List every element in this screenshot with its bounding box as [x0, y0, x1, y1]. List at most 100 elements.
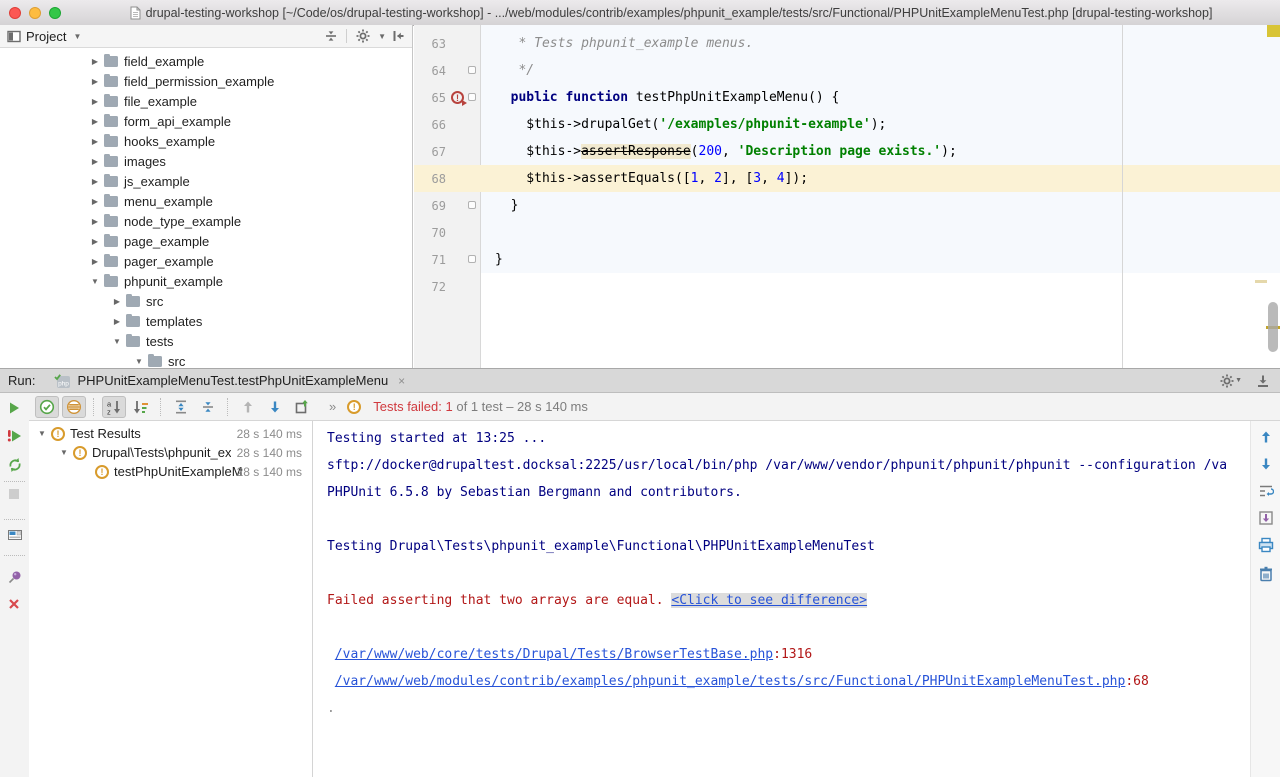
project-tree-item[interactable]: ▶field_permission_example — [0, 71, 412, 91]
pin-tab-button[interactable] — [7, 569, 23, 585]
fold-marker-icon[interactable] — [468, 93, 476, 101]
hide-run-panel-icon[interactable] — [1256, 374, 1270, 388]
code-line[interactable]: $this->assertResponse(200, 'Description … — [481, 138, 1280, 165]
project-tree-item[interactable]: ▼tests — [0, 331, 412, 351]
warning-stripe-mark[interactable] — [1255, 280, 1267, 283]
code-line[interactable] — [481, 219, 1280, 246]
tree-collapsed-icon[interactable]: ▶ — [86, 117, 104, 126]
export-test-results-button[interactable] — [290, 396, 314, 418]
project-tree-item[interactable]: ▶file_example — [0, 91, 412, 111]
console-text: Testing Drupal\Tests\phpunit_example\Fun… — [327, 539, 875, 554]
rerun-failed-tests-button[interactable] — [7, 429, 23, 443]
code-line[interactable]: * Tests phpunit_example menus. — [481, 30, 1280, 57]
tree-collapsed-icon[interactable]: ▶ — [86, 97, 104, 106]
show-passed-button[interactable] — [35, 396, 59, 418]
console-link[interactable]: /var/www/web/modules/contrib/examples/ph… — [335, 674, 1126, 689]
close-panel-button[interactable] — [7, 597, 21, 611]
minimize-window-button[interactable] — [29, 7, 41, 19]
stop-button[interactable] — [7, 487, 21, 501]
collapse-all-button[interactable] — [196, 396, 220, 418]
clear-all-icon[interactable] — [1258, 566, 1274, 582]
tree-expanded-icon[interactable]: ▼ — [33, 429, 51, 438]
down-arrow-icon[interactable] — [1258, 456, 1274, 472]
up-arrow-icon[interactable] — [1258, 429, 1274, 445]
project-tree-item[interactable]: ▶hooks_example — [0, 131, 412, 151]
zoom-window-button[interactable] — [49, 7, 61, 19]
chevron-down-icon[interactable]: ▼ — [73, 32, 81, 41]
project-tree-item[interactable]: ▼phpunit_example — [0, 271, 412, 291]
project-tree-item[interactable]: ▶images — [0, 151, 412, 171]
collapse-all-icon[interactable] — [324, 29, 338, 43]
previous-failed-test-button[interactable] — [236, 396, 260, 418]
tree-expanded-icon[interactable]: ▼ — [108, 337, 126, 346]
tree-collapsed-icon[interactable]: ▶ — [108, 317, 126, 326]
close-tab-icon[interactable]: × — [398, 374, 405, 388]
test-tree-item[interactable]: !testPhpUnitExampleM28 s 140 ms — [29, 462, 312, 481]
gear-icon[interactable] — [355, 28, 371, 44]
project-tree-item[interactable]: ▶templates — [0, 311, 412, 331]
tree-expanded-icon[interactable]: ▼ — [130, 357, 148, 366]
tree-collapsed-icon[interactable]: ▶ — [86, 217, 104, 226]
sort-by-duration-button[interactable] — [129, 396, 153, 418]
run-configuration-tab[interactable]: php PHPUnitExampleMenuTest.testPhpUnitEx… — [50, 369, 409, 392]
failed-test-run-icon[interactable]: ! — [451, 91, 464, 104]
next-failed-test-button[interactable] — [263, 396, 287, 418]
console-link[interactable]: /var/www/web/core/tests/Drupal/Tests/Bro… — [335, 647, 773, 662]
inspections-indicator[interactable] — [1267, 25, 1280, 37]
code-line[interactable]: } — [481, 246, 1280, 273]
fold-marker-icon[interactable] — [468, 201, 476, 209]
tree-collapsed-icon[interactable]: ▶ — [86, 257, 104, 266]
gutter-line: 64 — [414, 57, 481, 84]
gutter-line: 66 — [414, 111, 481, 138]
test-tree-item[interactable]: ▼!Drupal\Tests\phpunit_ex28 s 140 ms — [29, 443, 312, 462]
scroll-to-end-icon[interactable] — [1258, 510, 1274, 526]
tree-collapsed-icon[interactable]: ▶ — [86, 197, 104, 206]
project-tree-item[interactable]: ▶node_type_example — [0, 211, 412, 231]
editor-scrollbar[interactable] — [1268, 302, 1278, 352]
tree-collapsed-icon[interactable]: ▶ — [86, 177, 104, 186]
project-tree-item[interactable]: ▶field_example — [0, 51, 412, 71]
expand-all-button[interactable] — [169, 396, 193, 418]
code-line[interactable]: } — [481, 192, 1280, 219]
fold-marker-icon[interactable] — [468, 66, 476, 74]
tree-expanded-icon[interactable]: ▼ — [86, 277, 104, 286]
project-tree-item[interactable]: ▼src — [0, 351, 412, 368]
code-line[interactable]: public function testPhpUnitExampleMenu()… — [481, 84, 1280, 111]
gear-dropdown-icon[interactable]: ▼ — [378, 32, 386, 41]
code-line[interactable]: */ — [481, 57, 1280, 84]
restore-layout-button[interactable] — [7, 527, 23, 543]
tree-collapsed-icon[interactable]: ▶ — [86, 157, 104, 166]
toolbar-overflow-chevron[interactable]: » — [329, 399, 336, 414]
project-panel-title[interactable]: Project — [26, 29, 66, 44]
print-icon[interactable] — [1258, 537, 1274, 553]
tree-collapsed-icon[interactable]: ▶ — [108, 297, 126, 306]
fold-marker-icon[interactable] — [468, 255, 476, 263]
project-tree-item[interactable]: ▶menu_example — [0, 191, 412, 211]
folder-icon — [126, 316, 140, 327]
tree-collapsed-icon[interactable]: ▶ — [86, 77, 104, 86]
tree-collapsed-icon[interactable]: ▶ — [86, 137, 104, 146]
test-tree-item[interactable]: ▼!Test Results28 s 140 ms — [29, 424, 312, 443]
tree-collapsed-icon[interactable]: ▶ — [86, 237, 104, 246]
tree-expanded-icon[interactable]: ▼ — [55, 448, 73, 457]
project-tree-item[interactable]: ▶pager_example — [0, 251, 412, 271]
code-line[interactable]: $this->drupalGet('/examples/phpunit-exam… — [481, 111, 1280, 138]
project-tree-item[interactable]: ▶js_example — [0, 171, 412, 191]
hide-panel-icon[interactable] — [391, 29, 405, 43]
tree-collapsed-icon[interactable]: ▶ — [86, 57, 104, 66]
project-tree-item[interactable]: ▶form_api_example — [0, 111, 412, 131]
php-test-file-icon: php — [54, 373, 71, 389]
show-ignored-button[interactable] — [62, 396, 86, 418]
code-line[interactable]: $this->assertEquals([1, 2], [3, 4]); — [481, 165, 1280, 192]
project-tree-item[interactable]: ▶page_example — [0, 231, 412, 251]
project-tree-item[interactable]: ▶src — [0, 291, 412, 311]
toggle-auto-test-button[interactable] — [7, 457, 23, 473]
rerun-button[interactable] — [7, 401, 21, 415]
console-link[interactable]: <Click to see difference> — [671, 593, 867, 608]
close-window-button[interactable] — [9, 7, 21, 19]
soft-wrap-icon[interactable] — [1258, 483, 1274, 499]
sort-alphabetically-button[interactable]: az — [102, 396, 126, 418]
code-editor[interactable]: 636465!66676869707172 * Tests phpunit_ex… — [414, 25, 1280, 368]
code-line[interactable] — [481, 273, 1280, 300]
run-settings-button[interactable]: ▼ — [1219, 373, 1242, 389]
